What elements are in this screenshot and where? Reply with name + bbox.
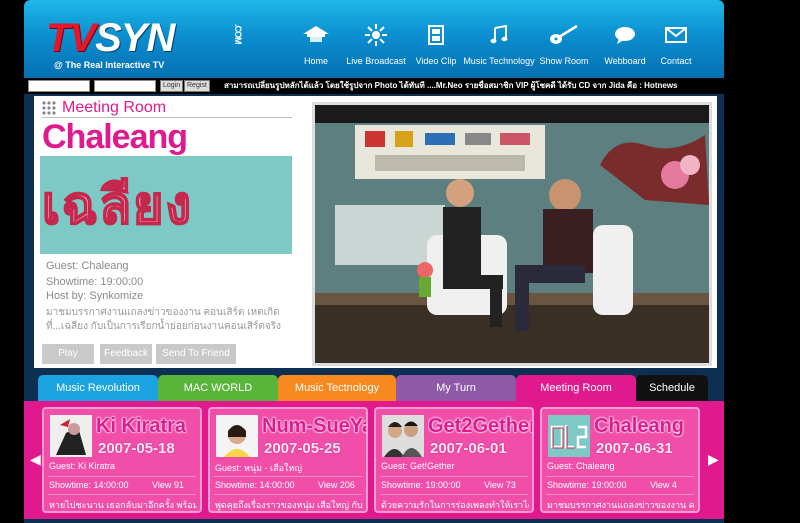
tvsyn-logo[interactable]: TVSYN .COM [46, 16, 243, 60]
episode-card[interactable]: Ki Kiratra 2007-05-18 Guest: Ki Kiratra … [42, 407, 202, 513]
episode-description: ด้วยความรักในการร่องเพลงทำให้เราได้ [381, 500, 529, 510]
strip-right-arrow-icon[interactable]: ▶ [708, 451, 719, 468]
strip-left-arrow-icon[interactable]: ◀ [30, 451, 41, 468]
video-frame [315, 105, 709, 363]
show-artwork: เฉลียง [40, 156, 292, 254]
tab-mac-world[interactable]: MAC WORLD [158, 375, 278, 401]
music-note-icon [490, 25, 508, 44]
episode-card[interactable]: Num-SueYai 2007-05-25 Guest: หนุ่ม - เสื… [208, 407, 368, 513]
nav-show-room[interactable]: Show Room [539, 22, 589, 72]
episode-name: Get2Gether [428, 415, 534, 437]
episode-guest: Guest: หนุ่ม - เสือใหญ่ [215, 463, 302, 473]
room-header: Meeting Room [42, 98, 292, 118]
logo-tv: TV [46, 16, 96, 60]
episode-showtime: Showtime: 14:00:00 [215, 480, 295, 490]
main-nav: Home Live Broadcast Video Clip Music Tec… [296, 22, 696, 72]
room-title: Meeting Room [62, 99, 167, 116]
show-description: มาชมบรรกาศงานแถลงข่าวของงาน คอนเสิร์ต เห… [46, 307, 281, 332]
send-to-friend-button[interactable]: Send To Friend [156, 344, 236, 364]
episode-name: Chaleang [594, 415, 685, 437]
main-panel: Meeting Room Chaleang เฉลียง Guest: Chal… [34, 96, 717, 368]
nav-webboard[interactable]: Webboard [602, 22, 648, 72]
tab-music-revolution[interactable]: Music Revolution [38, 375, 158, 401]
nav-home[interactable]: Home [296, 22, 336, 72]
episode-date: 2007-06-01 [430, 440, 507, 457]
episode-description: หายไปชะนาน เธอกลับมาอีกครั้ง พร้อม [49, 500, 197, 510]
episode-view-count: View 4 [650, 480, 677, 490]
tagline: @ The Real Interactive TV [54, 60, 165, 70]
register-button[interactable]: Regist [184, 80, 210, 92]
episode-showtime: Showtime: 19:00:00 [547, 480, 627, 490]
news-ticker[interactable]: สามารถเปลี่ยนรูปหลักได้แล้ว โดยใช้รูปจาก… [224, 80, 724, 92]
show-artwork-lettering: เฉลียง [41, 175, 193, 237]
speech-bubble-icon [615, 27, 635, 44]
show-guest: Guest: Chaleang [46, 260, 129, 272]
nav-contact[interactable]: Contact [656, 22, 696, 72]
site-header: TVSYN .COM @ The Real Interactive TV Hom… [24, 0, 724, 78]
show-showtime: Showtime: 19:00:00 [46, 276, 144, 288]
episode-description: พูดคุยถึงเรื่องราวของหนุ่ม เสือใหญ่ กับ [215, 500, 363, 510]
episode-date: 2007-05-18 [98, 440, 175, 457]
episode-name: Num-SueYai [262, 415, 368, 437]
episode-thumbnail [50, 415, 92, 457]
video-player[interactable] [312, 102, 712, 366]
play-button[interactable]: Play [42, 344, 94, 364]
envelope-icon [665, 27, 687, 43]
episode-description: มาชมบรรกาศงานแถลงข่าวของงาน คอ [547, 500, 695, 510]
show-host: Host by: Synkomize [46, 290, 144, 302]
episode-showtime: Showtime: 14:00:00 [49, 480, 129, 490]
episode-view-count: View 73 [484, 480, 516, 490]
episode-view-count: View 91 [152, 480, 184, 490]
episode-date: 2007-06-31 [596, 440, 673, 457]
episode-name: Ki Kiratra [96, 415, 187, 437]
tab-music-tectnology[interactable]: Music Tectnology [278, 375, 396, 401]
page-frame: TVSYN .COM @ The Real Interactive TV Hom… [24, 0, 724, 523]
episode-thumbnail [548, 415, 590, 457]
broadcast-icon [365, 24, 387, 46]
tab-schedule[interactable]: Schedule [636, 375, 708, 401]
category-tabs: Music Revolution MAC WORLD Music Tectnol… [38, 375, 718, 401]
episode-guest: Guest: Ki Kiratra [49, 461, 116, 471]
nav-video-clip[interactable]: Video Clip [414, 22, 458, 72]
nav-live-broadcast[interactable]: Live Broadcast [344, 22, 408, 72]
episode-date: 2007-05-25 [264, 440, 341, 457]
episode-card[interactable]: Get2Gether 2007-06-01 Guest: Get!Gether … [374, 407, 534, 513]
grid-dots-icon [42, 101, 56, 115]
tab-my-turn[interactable]: My Turn [396, 375, 516, 401]
nav-music-technology[interactable]: Music Technology [463, 22, 535, 72]
home-icon [303, 26, 329, 42]
episode-view-count: View 206 [318, 480, 355, 490]
episode-thumbnail [382, 415, 424, 457]
guitar-icon [550, 24, 578, 44]
username-input[interactable] [28, 80, 90, 92]
episode-showtime: Showtime: 19:00:00 [381, 480, 461, 490]
film-icon [428, 25, 444, 45]
episode-guest: Guest: Chaleang [547, 461, 615, 471]
show-title: Chaleang [42, 118, 188, 156]
login-button[interactable]: Login [160, 80, 184, 92]
episode-thumbnail [216, 415, 258, 457]
episode-guest: Guest: Get!Gether [381, 461, 455, 471]
episode-card[interactable]: Chaleang 2007-06-31 Guest: Chaleang Show… [540, 407, 700, 513]
logo-com: .COM [233, 24, 243, 44]
login-ticker-bar: Login Regist สามารถเปลี่ยนรูปหลักได้แล้ว… [24, 78, 724, 94]
logo-syn: SYN [95, 16, 175, 60]
episode-strip: ◀ ▶ Ki Kiratra 2007-05-18 Guest: Ki Kira… [24, 401, 724, 519]
password-input[interactable] [94, 80, 156, 92]
feedback-button[interactable]: Feedback [100, 344, 152, 364]
tab-meeting-room[interactable]: Meeting Room [516, 375, 636, 401]
